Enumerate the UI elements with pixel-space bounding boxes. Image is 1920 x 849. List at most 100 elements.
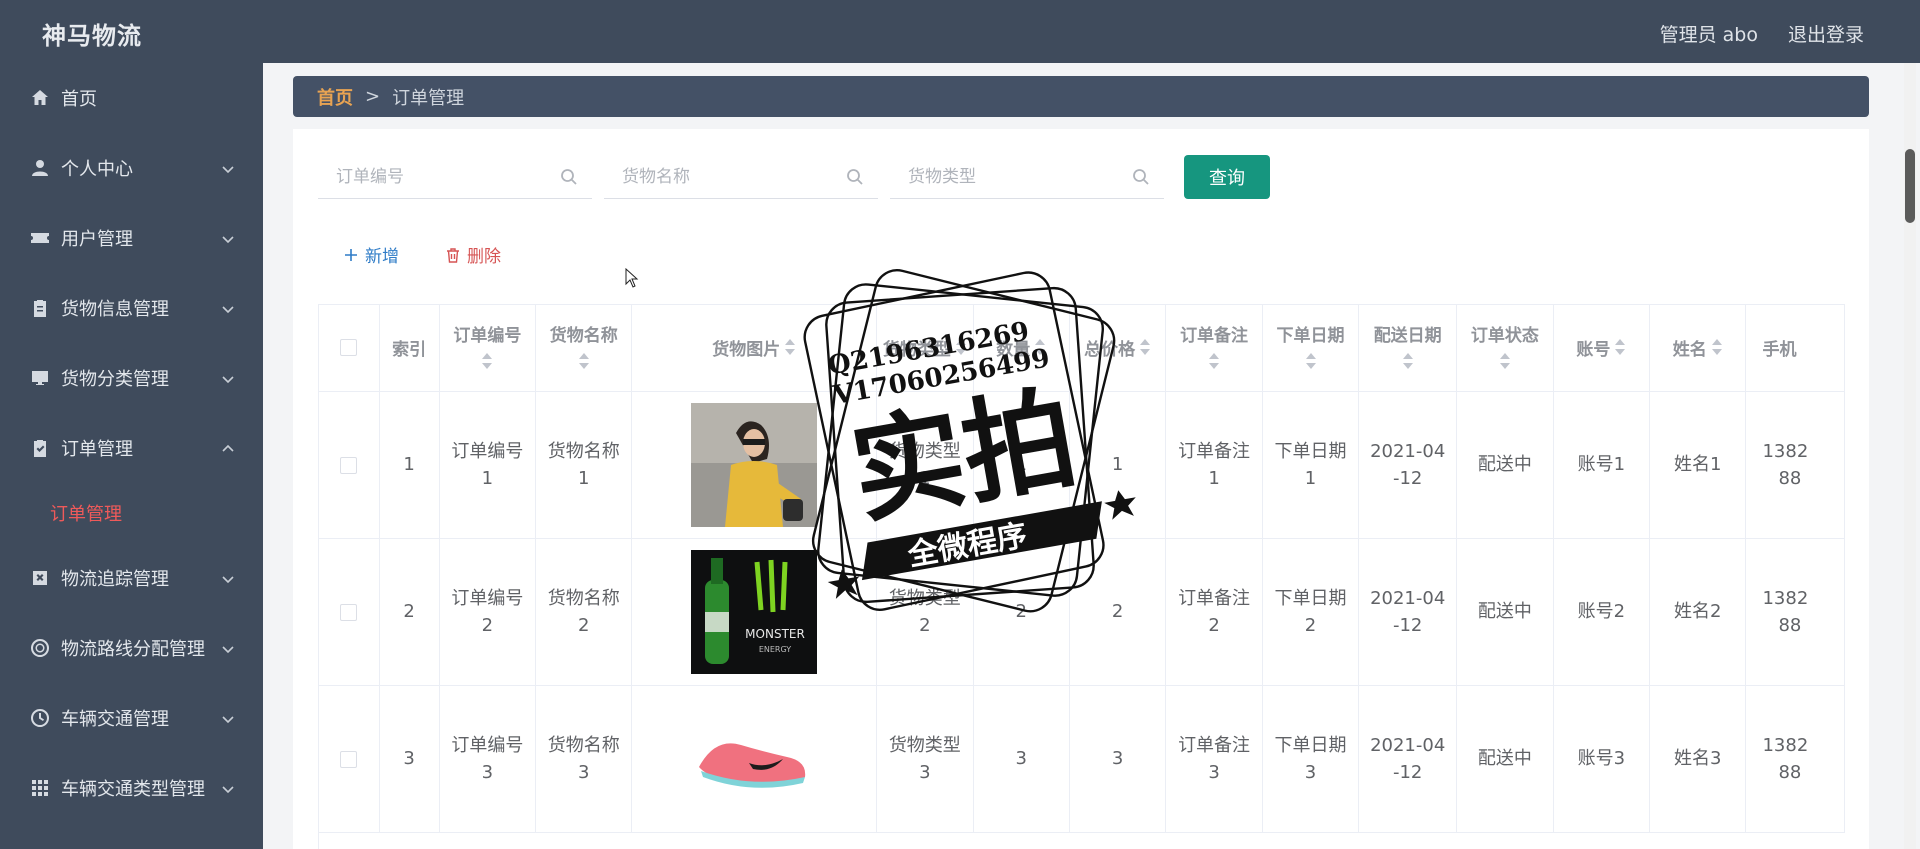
order-no-input[interactable]: [318, 155, 592, 198]
column-header-goods-name[interactable]: 货物名称: [535, 305, 633, 392]
sidebar-item-route[interactable]: 物流路线分配管理: [0, 613, 263, 683]
cell-text: 1: [919, 467, 931, 489]
query-button[interactable]: 查询: [1184, 155, 1270, 199]
column-header-phone[interactable]: 手机: [1745, 305, 1845, 392]
scrollbar-thumb[interactable]: [1905, 149, 1915, 223]
sort-icon[interactable]: [1402, 352, 1414, 375]
cell-goods-name: 货物名称 1: [535, 391, 633, 539]
sidebar-item-vehicle-type[interactable]: 车辆交通类型管理: [0, 753, 263, 823]
sort-icon[interactable]: [1139, 338, 1151, 361]
cell-ship-date: 2021-04 -12: [1358, 538, 1458, 686]
select-all-checkbox[interactable]: [340, 339, 358, 357]
column-header-total[interactable]: 总价格: [1069, 305, 1167, 392]
column-header-order-no[interactable]: 订单编号: [439, 305, 537, 392]
sidebar-item-label: 个人中心: [61, 159, 133, 180]
sidebar-item-profile[interactable]: 个人中心: [0, 133, 263, 203]
sidebar-item-home[interactable]: 首页: [0, 63, 263, 133]
column-header-order-date[interactable]: 下单日期: [1262, 305, 1360, 392]
table-header-row: 索引 订单编号 货物名称 货物图片 货物类型 数量 总价格 订单备注 下单日期 …: [319, 305, 1845, 392]
column-header-qty[interactable]: 数量: [973, 305, 1070, 392]
cell-text: 订单备注: [1178, 734, 1251, 756]
logout-button[interactable]: 退出登录: [1788, 20, 1864, 47]
header-label: 总价格: [1084, 339, 1136, 360]
breadcrumb: 首页 > 订单管理: [293, 76, 1869, 117]
goods-name-input[interactable]: [604, 155, 878, 198]
sidebar-item-label: 物流路线分配管理: [61, 639, 205, 660]
row-checkbox[interactable]: [340, 750, 358, 768]
cell-text: 下单日期: [1274, 734, 1347, 756]
sidebar: 首页 个人中心 用户管理 货物信息管理 货物分类管理 订单管理 订单管理 物流追…: [0, 63, 263, 849]
order-no-field: [318, 155, 592, 199]
cell-order-date: 下单日期 3: [1262, 685, 1360, 833]
add-button[interactable]: 新增: [343, 242, 399, 267]
cell-name: 姓名2: [1649, 538, 1747, 686]
column-header-name[interactable]: 姓名: [1649, 305, 1747, 392]
admin-label[interactable]: 管理员 abo: [1660, 20, 1758, 47]
chevron-down-icon: [221, 160, 235, 174]
cell-text: 货物类型: [888, 734, 961, 756]
sidebar-item-vehicle[interactable]: 车辆交通管理: [0, 683, 263, 753]
sort-icon[interactable]: [955, 338, 967, 361]
box-x-icon: [29, 567, 51, 589]
sidebar-subitem-orders[interactable]: 订单管理: [0, 483, 263, 543]
chevron-down-icon: [221, 640, 235, 654]
cell-text: 2021-04: [1370, 734, 1446, 756]
cell-text: 1: [1208, 467, 1220, 489]
row-select-cell: [319, 391, 380, 539]
sort-icon[interactable]: [1614, 338, 1626, 361]
sort-icon[interactable]: [578, 352, 590, 375]
sidebar-item-goods-info[interactable]: 货物信息管理: [0, 273, 263, 343]
goods-image-woman: [691, 402, 818, 527]
row-checkbox[interactable]: [340, 603, 358, 621]
breadcrumb-home-link[interactable]: 首页: [317, 84, 353, 110]
sort-icon[interactable]: [1711, 338, 1723, 361]
sidebar-item-tracking[interactable]: 物流追踪管理: [0, 543, 263, 613]
column-header-goods-type[interactable]: 货物类型: [876, 305, 974, 392]
column-header-goods-image[interactable]: 货物图片: [631, 305, 878, 392]
header-label: 姓名: [1672, 339, 1707, 360]
cell-index: 1: [379, 391, 440, 539]
trash-icon: [447, 247, 459, 263]
sort-icon[interactable]: [1208, 352, 1220, 375]
sort-icon[interactable]: [481, 352, 493, 375]
column-header-status[interactable]: 订单状态: [1456, 305, 1554, 392]
column-header-ship-date[interactable]: 配送日期: [1358, 305, 1458, 392]
sidebar-item-label: 货物信息管理: [61, 299, 169, 320]
cell-remark: 订单备注 2: [1165, 538, 1263, 686]
page-scrollbar[interactable]: [1904, 63, 1916, 849]
user-icon: [29, 157, 51, 179]
cell-text: 订单备注: [1178, 440, 1251, 462]
clipboard-icon: [29, 297, 51, 319]
header-label: 下单日期: [1276, 325, 1345, 346]
top-bar: 神马物流 管理员 abo 退出登录: [0, 0, 1920, 63]
cell-account: 账号2: [1553, 538, 1651, 686]
cell-text: 货物名称: [547, 587, 620, 609]
sidebar-item-orders[interactable]: 订单管理: [0, 413, 263, 483]
chevron-down-icon: [221, 300, 235, 314]
cell-text: 2: [578, 614, 590, 636]
sort-icon[interactable]: [1499, 352, 1511, 375]
main-content: 首页 > 订单管理 查询 新增: [263, 63, 1903, 849]
column-header-account[interactable]: 账号: [1553, 305, 1651, 392]
goods-image-sneaker: [691, 696, 818, 821]
cell-text: 订单编号: [451, 734, 524, 756]
sort-icon[interactable]: [784, 338, 796, 361]
cell-text: -12: [1392, 614, 1423, 636]
sidebar-item-goods-category[interactable]: 货物分类管理: [0, 343, 263, 413]
header-label: 货物图片: [712, 339, 781, 360]
sidebar-item-users[interactable]: 用户管理: [0, 203, 263, 273]
cell-text: 1382: [1762, 734, 1809, 756]
goods-type-input[interactable]: [890, 155, 1164, 198]
goods-name-field: [604, 155, 878, 199]
row-checkbox[interactable]: [340, 456, 358, 474]
sort-icon[interactable]: [1034, 338, 1046, 361]
delete-button[interactable]: 删除: [445, 242, 501, 267]
cell-ship-date: 2021-04 -12: [1358, 391, 1458, 539]
cell-text: 1382: [1762, 440, 1809, 462]
column-header-remark[interactable]: 订单备注: [1165, 305, 1263, 392]
svg-text:ENERGY: ENERGY: [759, 645, 791, 654]
header-label: 配送日期: [1373, 325, 1442, 346]
content-panel: 查询 新增 删除: [293, 129, 1869, 849]
cell-status: 配送中: [1456, 685, 1554, 833]
sort-icon[interactable]: [1305, 352, 1317, 375]
